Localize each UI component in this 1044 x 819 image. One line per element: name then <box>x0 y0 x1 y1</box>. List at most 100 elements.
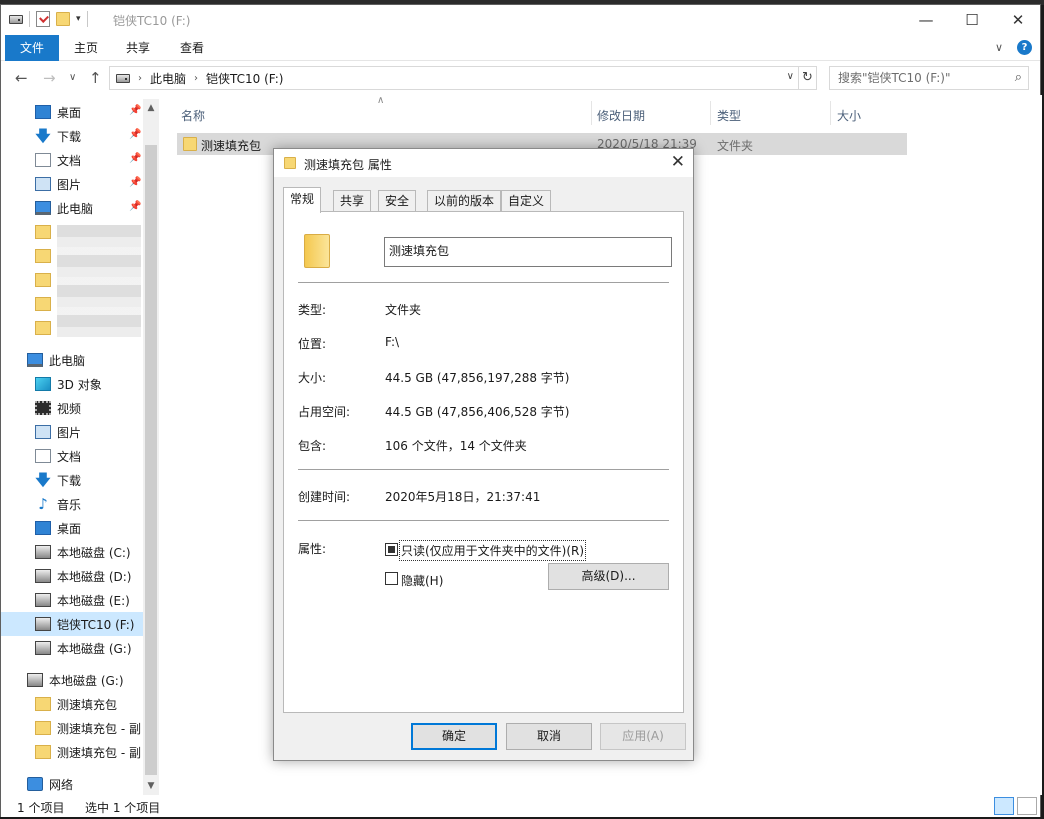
search-input[interactable]: 搜索"铠侠TC10 (F:)" ⌕ <box>829 66 1029 90</box>
address-history-chevron-icon[interactable]: ∨ <box>787 71 794 82</box>
sidebar-item-label: 桌面 <box>57 105 82 120</box>
hidden-label[interactable]: 隐藏(H) <box>401 572 443 589</box>
3d-objects-icon <box>35 377 51 391</box>
apply-button[interactable]: 应用(A) <box>600 723 686 750</box>
sidebar-item-label: 图片 <box>57 425 82 440</box>
advanced-button[interactable]: 高级(D)... <box>548 563 669 590</box>
scroll-up-chevron-icon[interactable]: ▲ <box>143 103 159 113</box>
sidebar-item-3d-objects[interactable]: 3D 对象 <box>1 372 143 396</box>
tab-sharing[interactable]: 共享 <box>333 190 372 212</box>
tab-share[interactable]: 共享 <box>115 35 161 61</box>
sidebar-scrollbar[interactable]: ▲ ▼ <box>143 99 159 795</box>
sidebar-item-folder[interactable]: 测速填充包 - 副 <box>1 740 143 764</box>
folder-icon <box>35 225 51 239</box>
readonly-checkbox[interactable] <box>385 543 398 556</box>
sidebar-item-downloads[interactable]: 🡇 下载 <box>1 124 143 148</box>
close-button[interactable]: ✕ <box>995 5 1041 35</box>
sidebar-item-drive-g-root[interactable]: 本地磁盘 (G:) <box>1 668 143 692</box>
folder-name-input[interactable]: 测速填充包 <box>384 237 672 267</box>
refresh-icon[interactable]: ↻ <box>799 66 817 90</box>
back-arrow-icon[interactable]: ← <box>15 69 28 87</box>
search-icon[interactable]: ⌕ <box>1015 67 1022 89</box>
help-icon[interactable]: ? <box>1017 40 1032 55</box>
sidebar-item-folder[interactable]: 测速填充包 <box>1 692 143 716</box>
minimize-button[interactable]: — <box>903 5 949 35</box>
pin-icon[interactable]: 📌 <box>129 105 141 116</box>
tab-view[interactable]: 查看 <box>169 35 215 61</box>
column-header-name[interactable]: 名称 <box>181 107 205 124</box>
pin-icon[interactable]: 📌 <box>129 153 141 164</box>
column-separator[interactable] <box>591 101 592 125</box>
sidebar-item-drive-e[interactable]: 本地磁盘 (E:) <box>1 588 143 612</box>
sidebar-item-downloads[interactable]: 🡇 下载 <box>1 468 143 492</box>
scroll-down-chevron-icon[interactable]: ▼ <box>143 781 159 791</box>
readonly-label[interactable]: 只读(仅应用于文件夹中的文件)(R) <box>398 540 587 561</box>
dialog-title: 测速填充包 属性 <box>304 158 392 172</box>
pin-icon[interactable]: 📌 <box>129 129 141 140</box>
column-separator[interactable] <box>710 101 711 125</box>
pin-icon[interactable]: 📌 <box>129 201 141 212</box>
sidebar-item-this-pc[interactable]: 此电脑 <box>1 348 143 372</box>
ribbon-tabs: 文件 主页 共享 查看 ∨ ? <box>1 35 1040 61</box>
sidebar-item-label: 本地磁盘 (G:) <box>49 673 124 688</box>
sidebar-item-drive-c[interactable]: 本地磁盘 (C:) <box>1 540 143 564</box>
sidebar-item-drive-d[interactable]: 本地磁盘 (D:) <box>1 564 143 588</box>
created-value: 2020年5月18日，21:37:41 <box>385 490 541 504</box>
column-header-modified[interactable]: 修改日期 <box>597 107 645 124</box>
sidebar-item-pictures[interactable]: 图片 <box>1 420 143 444</box>
sidebar-item-drive-g[interactable]: 本地磁盘 (G:) <box>1 636 143 660</box>
sidebar-item-videos[interactable]: 视频 <box>1 396 143 420</box>
sidebar-item-desktop[interactable]: 桌面 <box>1 100 143 124</box>
sidebar-item-label: 视频 <box>57 401 82 416</box>
breadcrumb-chevron-icon[interactable]: › <box>138 73 142 84</box>
general-tab-panel: 测速填充包 类型: 文件夹 位置: F:\ 大小: 44.5 GB (47,85… <box>283 211 684 713</box>
folder-icon <box>35 273 51 287</box>
attributes-label: 属性: <box>298 542 327 556</box>
tab-customize[interactable]: 自定义 <box>501 190 552 212</box>
download-icon: 🡇 <box>35 127 51 145</box>
maximize-button[interactable]: ☐ <box>949 5 995 35</box>
breadcrumb-chevron-icon[interactable]: › <box>194 73 198 84</box>
file-type: 文件夹 <box>717 139 754 153</box>
properties-icon[interactable] <box>36 11 50 27</box>
sidebar-item-this-pc-quick[interactable]: 此电脑 <box>1 196 143 220</box>
column-header-type[interactable]: 类型 <box>717 107 741 124</box>
sidebar-item-pictures[interactable]: 图片 <box>1 172 143 196</box>
drive-icon[interactable] <box>9 14 23 24</box>
breadcrumb-current-drive[interactable]: 铠侠TC10 (F:) <box>206 70 283 87</box>
sidebar-item-music[interactable]: ♪ 音乐 <box>1 492 143 516</box>
toolbar-separator <box>86 11 88 27</box>
sidebar-item-folder[interactable]: 测速填充包 - 副 <box>1 716 143 740</box>
tab-file[interactable]: 文件 <box>5 35 59 61</box>
sidebar-item-documents[interactable]: 文档 <box>1 444 143 468</box>
tab-home[interactable]: 主页 <box>63 35 109 61</box>
customize-toolbar-chevron-icon[interactable]: ▾ <box>76 14 81 24</box>
tab-previous-versions[interactable]: 以前的版本 <box>427 190 502 212</box>
sidebar-item-desktop[interactable]: 桌面 <box>1 516 143 540</box>
hidden-checkbox[interactable] <box>385 572 398 585</box>
new-folder-icon[interactable] <box>56 12 70 26</box>
column-header-size[interactable]: 大小 <box>837 107 861 124</box>
scrollbar-thumb[interactable] <box>145 145 157 775</box>
close-icon[interactable]: ✕ <box>671 152 685 172</box>
large-icons-view-icon[interactable] <box>1017 797 1037 815</box>
pin-icon[interactable]: 📌 <box>129 177 141 188</box>
sidebar-item-network[interactable]: 网络 <box>1 772 143 796</box>
recent-locations-chevron-icon[interactable]: ∨ <box>69 72 76 83</box>
breadcrumb-this-pc[interactable]: 此电脑 <box>150 70 186 87</box>
expand-ribbon-chevron-icon[interactable]: ∨ <box>995 41 1003 54</box>
sidebar-item-label: 此电脑 <box>49 353 86 368</box>
sidebar-item-drive-f[interactable]: 铠侠TC10 (F:) <box>1 612 143 636</box>
ok-button[interactable]: 确定 <box>411 723 497 750</box>
details-view-icon[interactable] <box>994 797 1014 815</box>
cancel-button[interactable]: 取消 <box>506 723 592 750</box>
up-arrow-icon[interactable]: ↑ <box>89 69 102 87</box>
computer-icon <box>35 201 51 215</box>
sidebar-item-documents[interactable]: 文档 <box>1 148 143 172</box>
column-separator[interactable] <box>830 101 831 125</box>
tab-general[interactable]: 常规 <box>283 187 322 213</box>
forward-arrow-icon[interactable]: → <box>43 69 56 87</box>
sidebar-item-label: 本地磁盘 (C:) <box>57 545 131 560</box>
address-bar[interactable]: › 此电脑 › 铠侠TC10 (F:) ∨ <box>109 66 799 90</box>
tab-security[interactable]: 安全 <box>378 190 417 212</box>
